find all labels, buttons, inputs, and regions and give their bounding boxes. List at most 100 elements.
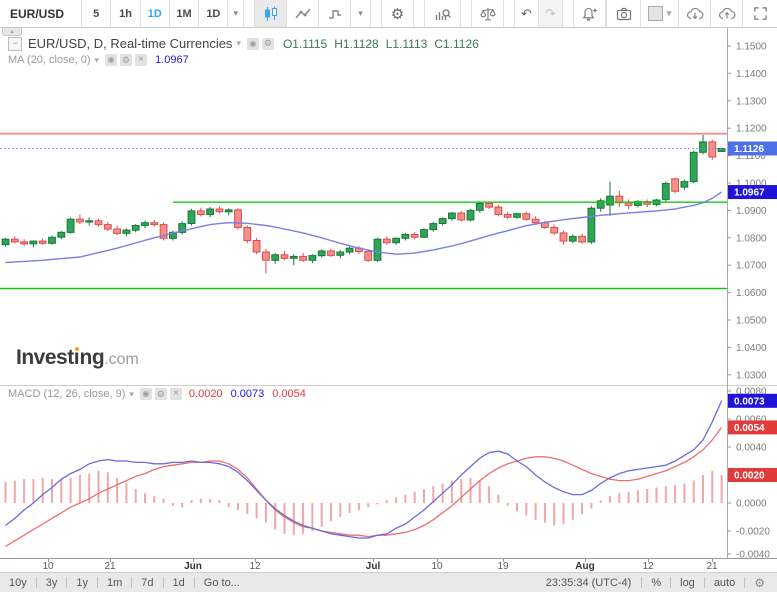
ma-current-value: 1.0967 <box>155 54 189 66</box>
interval-button-1d-active[interactable]: 1D <box>141 0 170 27</box>
logo-orange-dot-i: ı <box>74 346 80 370</box>
time-axis[interactable]: 1021Jun12Jul1019Aug1221 <box>0 558 777 572</box>
line-chart-icon <box>295 6 311 22</box>
save-chart-button[interactable] <box>711 0 743 27</box>
svg-text:0.0020: 0.0020 <box>734 471 765 482</box>
range-button-7d[interactable]: 7d <box>132 577 162 589</box>
svg-text:0.0073: 0.0073 <box>734 396 765 407</box>
remove-study-icon[interactable] <box>135 54 147 66</box>
interval-button-1h[interactable]: 1h <box>111 0 140 27</box>
investing-logo: Investıng.com <box>16 346 139 370</box>
symbol-button[interactable]: EUR/USD <box>0 0 82 27</box>
chart-type-candles-button[interactable] <box>255 0 287 27</box>
range-button-3y[interactable]: 3y <box>37 577 67 589</box>
camera-icon <box>616 6 632 22</box>
series-settings-icon[interactable] <box>262 38 274 50</box>
macd-line-value: 0.0073 <box>231 388 265 400</box>
time-axis-label: 10 <box>42 561 53 572</box>
svg-text:1.0900: 1.0900 <box>736 206 767 217</box>
visibility-toggle-icon[interactable] <box>140 388 152 400</box>
macd-hist-value: 0.0020 <box>189 388 223 400</box>
ma-legend: MA (20, close, 0) 1.0967 <box>8 54 189 66</box>
time-axis-label: 10 <box>431 561 442 572</box>
main-price-chart[interactable]: 1.15001.14001.13001.12001.11001.10001.09… <box>0 28 777 385</box>
candlestick-icon <box>263 6 279 22</box>
auto-scale-button[interactable]: auto <box>705 577 744 589</box>
percent-scale-button[interactable]: % <box>642 577 670 589</box>
svg-text:0.0040: 0.0040 <box>736 443 767 454</box>
time-axis-label: 12 <box>642 561 653 572</box>
interval-button-1d2[interactable]: 1D <box>199 0 228 27</box>
collapse-panel-tab[interactable] <box>2 28 22 36</box>
chevron-down-icon[interactable] <box>236 38 241 49</box>
axis-settings-gear-icon[interactable] <box>745 576 777 590</box>
chevron-down-icon[interactable] <box>129 389 134 400</box>
visibility-toggle-icon[interactable] <box>247 38 259 50</box>
compare-button[interactable] <box>472 0 504 27</box>
range-button-1m[interactable]: 1m <box>98 577 131 589</box>
visibility-toggle-icon[interactable] <box>105 54 117 66</box>
study-settings-icon[interactable] <box>155 388 167 400</box>
study-settings-icon[interactable] <box>120 54 132 66</box>
macd-signal-value: 0.0054 <box>272 388 306 400</box>
time-axis-label: 19 <box>497 561 508 572</box>
open-value: O1.1115 <box>283 37 327 51</box>
svg-text:1.1400: 1.1400 <box>736 69 767 80</box>
svg-text:1.1200: 1.1200 <box>736 124 767 135</box>
range-button-1d[interactable]: 1d <box>164 577 194 589</box>
svg-text:1.0600: 1.0600 <box>736 288 767 299</box>
ohlc-values: O1.1115H1.1128L1.1113C1.1126 <box>283 37 486 51</box>
chart-type-line-button[interactable] <box>287 0 319 27</box>
scales-icon <box>480 6 496 22</box>
undo-button[interactable] <box>515 0 539 27</box>
collapse-legend-icon[interactable] <box>8 37 22 51</box>
time-axis-label: 12 <box>249 561 260 572</box>
svg-text:1.0400: 1.0400 <box>736 343 767 354</box>
cloud-upload-icon <box>718 6 736 22</box>
background-color-button[interactable] <box>641 0 679 27</box>
settings-gear-button[interactable] <box>382 0 414 27</box>
interval-button-5m[interactable]: 5 <box>82 0 111 27</box>
svg-text:1.0300: 1.0300 <box>736 370 767 381</box>
svg-text:0.0054: 0.0054 <box>734 423 765 434</box>
step-chart-icon <box>327 6 343 22</box>
remove-study-icon[interactable] <box>170 388 182 400</box>
time-axis-label: 21 <box>706 561 717 572</box>
macd-label: MACD (12, 26, close, 9) <box>8 388 125 400</box>
macd-legend: MACD (12, 26, close, 9) 0.0020 0.0073 0.00… <box>8 388 314 400</box>
chart-title: EUR/USD, D, Real-time Currencies <box>28 36 232 51</box>
add-alert-button[interactable] <box>574 0 606 27</box>
color-swatch <box>648 6 663 21</box>
load-chart-button[interactable] <box>679 0 711 27</box>
clock-timezone[interactable]: 23:35:34 (UTC-4) <box>536 577 642 589</box>
expand-icon <box>753 6 768 21</box>
cloud-download-icon <box>686 6 704 22</box>
goto-date-button[interactable]: Go to... <box>195 577 249 589</box>
time-axis-label: Aug <box>575 561 594 572</box>
logo-com-suffix: .com <box>104 351 139 368</box>
svg-text:-0.0040: -0.0040 <box>736 550 770 559</box>
chevron-down-icon <box>667 8 672 19</box>
bell-plus-icon <box>581 6 598 22</box>
bottom-toolbar: 10y 3y 1y 1m 7d 1d Go to... 23:35:34 (UT… <box>0 572 777 592</box>
indicators-button[interactable] <box>425 0 461 27</box>
chart-type-dropdown-caret[interactable] <box>351 0 371 27</box>
high-value: H1.1128 <box>334 37 378 51</box>
time-axis-label: 21 <box>104 561 115 572</box>
indicators-icon <box>434 6 452 22</box>
chart-type-step-button[interactable] <box>319 0 351 27</box>
interval-dropdown-caret[interactable] <box>228 0 244 27</box>
svg-text:1.0700: 1.0700 <box>736 261 767 272</box>
fullscreen-button[interactable] <box>743 0 777 27</box>
interval-button-1m[interactable]: 1M <box>170 0 199 27</box>
snapshot-button[interactable] <box>607 0 641 27</box>
low-value: L1.1113 <box>386 37 428 51</box>
range-button-1y[interactable]: 1y <box>67 577 97 589</box>
chevron-down-icon[interactable] <box>95 55 100 66</box>
time-axis-label: Jun <box>184 561 202 572</box>
log-scale-button[interactable]: log <box>671 577 704 589</box>
macd-panel-chart[interactable]: 0.00800.00600.00400.00200.0000-0.0020-0.… <box>0 385 777 558</box>
range-button-10y[interactable]: 10y <box>0 577 36 589</box>
redo-button[interactable] <box>539 0 563 27</box>
svg-text:-0.0020: -0.0020 <box>736 527 770 538</box>
